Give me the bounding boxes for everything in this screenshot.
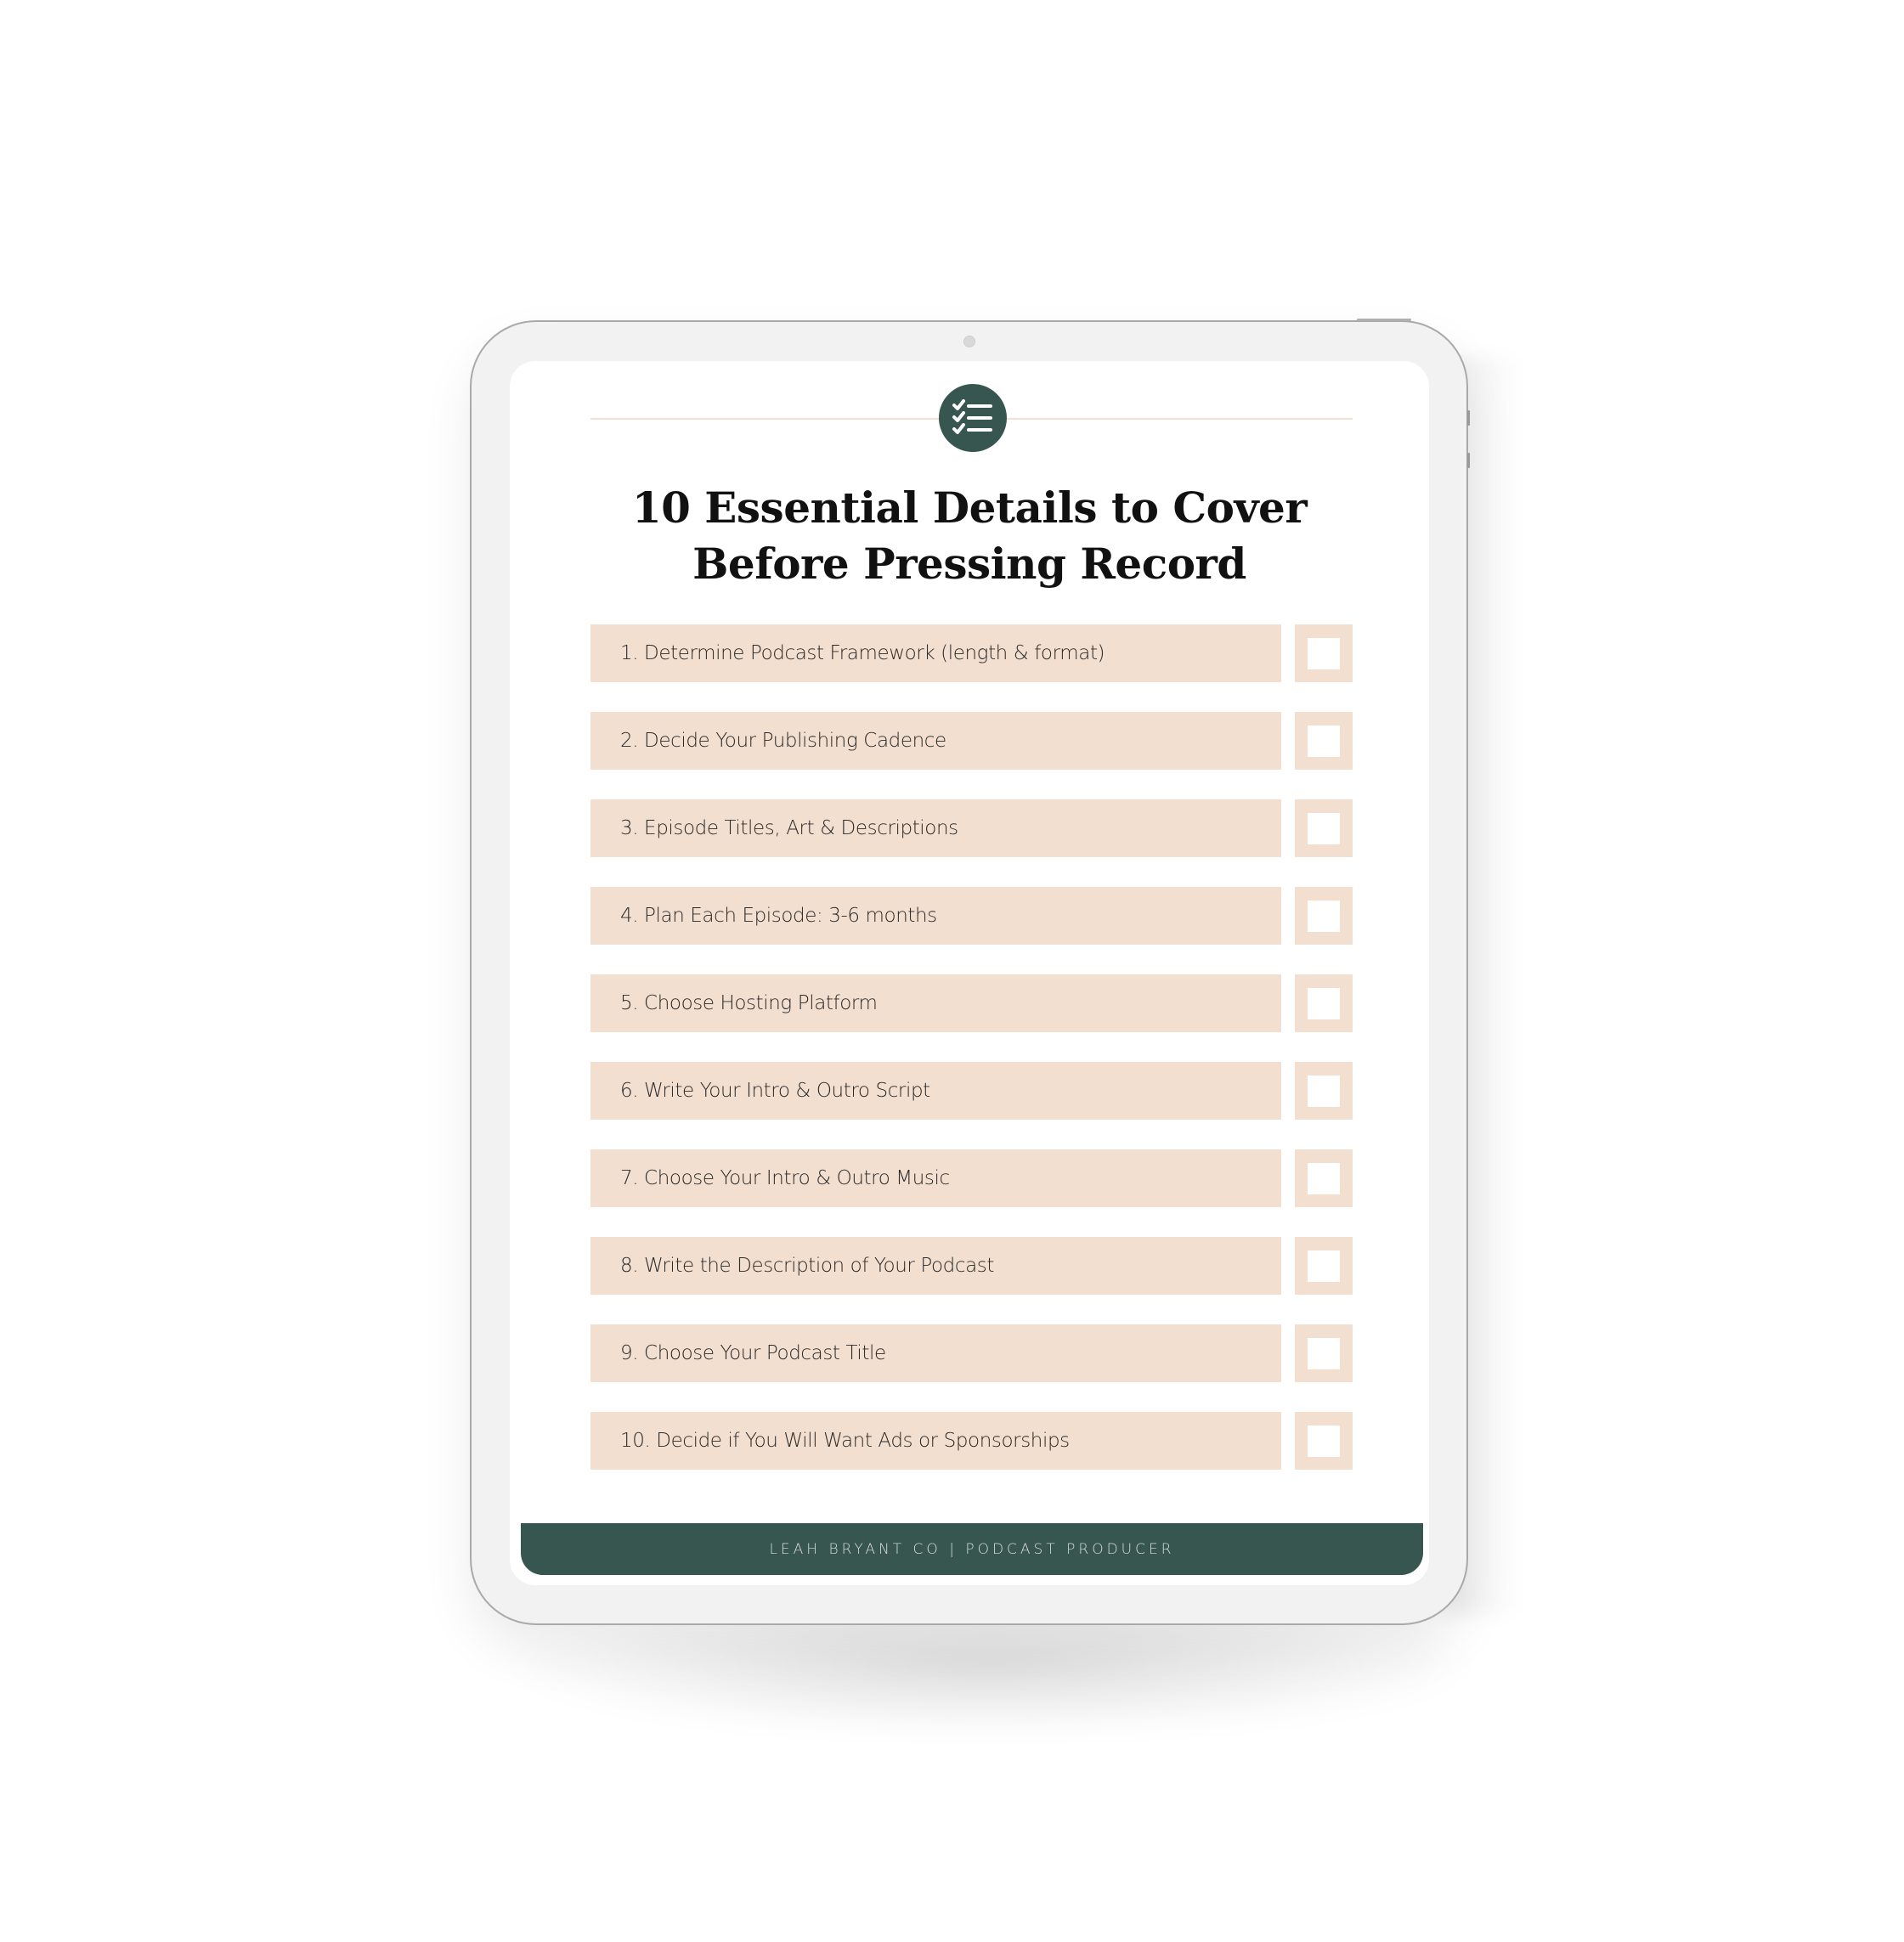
checkbox-inner xyxy=(1308,1250,1340,1282)
checklist-item: 6. Write Your Intro & Outro Script xyxy=(590,1062,1353,1120)
checklist-item-bar: 8. Write the Description of Your Podcast xyxy=(590,1237,1281,1295)
checklist-item-bar: 6. Write Your Intro & Outro Script xyxy=(590,1062,1281,1120)
checkbox[interactable] xyxy=(1295,887,1353,945)
tablet-screen: 10 Essential Details to Cover Before Pre… xyxy=(510,361,1429,1585)
checklist-item-bar: 3. Episode Titles, Art & Descriptions xyxy=(590,799,1281,857)
checklist-item-label: 8. Write the Description of Your Podcast xyxy=(620,1255,995,1277)
checkbox-inner xyxy=(1308,1425,1340,1457)
checkbox-inner xyxy=(1308,1162,1340,1194)
front-camera xyxy=(963,336,975,347)
checklist-glyph xyxy=(952,399,992,434)
checkbox[interactable] xyxy=(1295,712,1353,770)
checklist-item-label: 2. Decide Your Publishing Cadence xyxy=(620,730,946,752)
checklist-item-bar: 10. Decide if You Will Want Ads or Spons… xyxy=(590,1412,1281,1470)
checklist-item-bar: 9. Choose Your Podcast Title xyxy=(590,1324,1281,1382)
checklist-item-label: 4. Plan Each Episode: 3-6 months xyxy=(620,905,937,927)
checkbox[interactable] xyxy=(1295,1324,1353,1382)
checkbox[interactable] xyxy=(1295,799,1353,857)
checklist-item: 3. Episode Titles, Art & Descriptions xyxy=(590,799,1353,857)
checkbox-inner xyxy=(1308,637,1340,669)
checkbox-inner xyxy=(1308,1337,1340,1369)
checkbox-inner xyxy=(1308,987,1340,1019)
checklist-item-label: 10. Decide if You Will Want Ads or Spons… xyxy=(620,1430,1070,1452)
checklist-icon xyxy=(939,384,1007,452)
tablet-volume-up-button xyxy=(1467,410,1470,426)
footer-banner: LEAH BRYANT CO | PODCAST PRODUCER xyxy=(521,1523,1423,1575)
tablet-volume-down-button xyxy=(1467,453,1470,468)
checklist-item: 4. Plan Each Episode: 3-6 months xyxy=(590,887,1353,945)
checkbox-inner xyxy=(1308,812,1340,844)
checkbox[interactable] xyxy=(1295,1149,1353,1207)
checklist-item: 8. Write the Description of Your Podcast xyxy=(590,1237,1353,1295)
checklist-item-label: 3. Episode Titles, Art & Descriptions xyxy=(620,817,958,839)
checkbox-inner xyxy=(1308,1075,1340,1107)
checklist-item-bar: 1. Determine Podcast Framework (length &… xyxy=(590,624,1281,682)
checkbox[interactable] xyxy=(1295,624,1353,682)
checklist-item-bar: 4. Plan Each Episode: 3-6 months xyxy=(590,887,1281,945)
checkbox-inner xyxy=(1308,900,1340,932)
checklist-item-label: 5. Choose Hosting Platform xyxy=(620,992,878,1014)
checklist-item: 2. Decide Your Publishing Cadence xyxy=(590,712,1353,770)
checklist-item-bar: 5. Choose Hosting Platform xyxy=(590,974,1281,1032)
checklist-item: 9. Choose Your Podcast Title xyxy=(590,1324,1353,1382)
checkbox[interactable] xyxy=(1295,1062,1353,1120)
checklist-item-label: 9. Choose Your Podcast Title xyxy=(620,1342,886,1364)
checkbox[interactable] xyxy=(1295,1412,1353,1470)
checklist-item: 1. Determine Podcast Framework (length &… xyxy=(590,624,1353,682)
checkbox-inner xyxy=(1308,725,1340,757)
checklist-item-label: 6. Write Your Intro & Outro Script xyxy=(620,1080,930,1102)
checklist-item: 7. Choose Your Intro & Outro Music xyxy=(590,1149,1353,1207)
checkbox[interactable] xyxy=(1295,1237,1353,1295)
tablet-top-button xyxy=(1357,319,1411,321)
checklist-item-label: 7. Choose Your Intro & Outro Music xyxy=(620,1167,950,1189)
page-title: 10 Essential Details to Cover Before Pre… xyxy=(631,483,1308,589)
checklist-item-bar: 7. Choose Your Intro & Outro Music xyxy=(590,1149,1281,1207)
checklist-item-label: 1. Determine Podcast Framework (length &… xyxy=(620,642,1105,664)
checklist-item: 10. Decide if You Will Want Ads or Spons… xyxy=(590,1412,1353,1470)
footer-text: LEAH BRYANT CO | PODCAST PRODUCER xyxy=(769,1540,1175,1558)
checklist-item-bar: 2. Decide Your Publishing Cadence xyxy=(590,712,1281,770)
checkbox[interactable] xyxy=(1295,974,1353,1032)
checklist-item: 5. Choose Hosting Platform xyxy=(590,974,1353,1032)
